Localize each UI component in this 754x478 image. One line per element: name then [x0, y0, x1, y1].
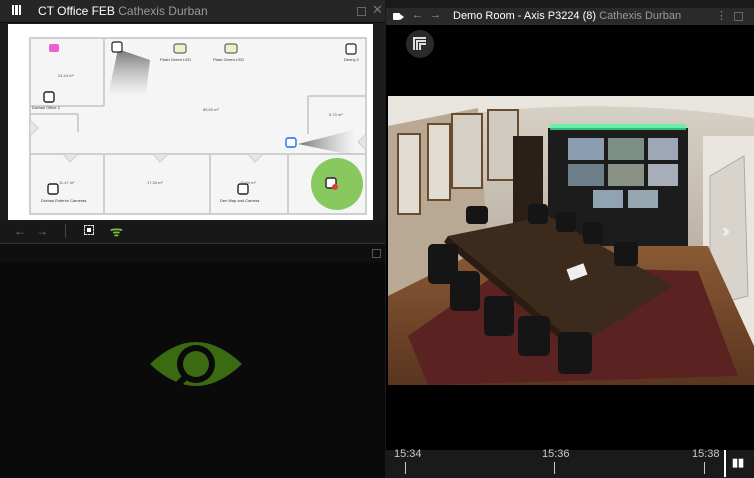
timeline-tick [704, 462, 705, 474]
layers-icon [413, 37, 426, 50]
area-label: 11.47 m² [59, 180, 75, 185]
device-label[interactable]: Flash Green LED [160, 57, 191, 62]
ptz-overlay-button[interactable] [406, 30, 434, 58]
device-label[interactable]: Flash Green LED [213, 57, 244, 62]
back-arrow-icon[interactable]: ← [412, 9, 423, 21]
maximize-icon[interactable] [734, 12, 743, 21]
playback-timeline[interactable]: 15:34 15:36 15:38 ▮▮ [386, 448, 754, 477]
map-icon-center [15, 5, 18, 15]
empty-video-panel [0, 243, 385, 478]
map-toolbar: ← → ᯤ [0, 221, 385, 241]
timeline-tick [405, 462, 406, 474]
fit-view-icon-dot [87, 228, 91, 232]
timeline-tick [554, 462, 555, 474]
device-label[interactable]: Denny 2 [344, 57, 359, 62]
device-label[interactable]: Durban Exterior Cameras [41, 198, 86, 203]
close-icon[interactable]: ✕ [372, 2, 383, 18]
timeline-playhead[interactable] [724, 450, 726, 477]
camera-icon-lens [400, 14, 404, 20]
back-arrow-icon[interactable]: ← [14, 224, 26, 238]
timeline-label: 15:38 [692, 448, 720, 460]
forward-arrow-icon[interactable]: → [36, 224, 48, 238]
device-label[interactable]: Durban Office 2 [32, 105, 60, 110]
menu-dots-icon[interactable]: ⋮ [716, 9, 727, 22]
floor-plan-map[interactable]: 24.44 m² 85.83 m² 5.73 m² 11.47 m² 17.34… [8, 24, 373, 220]
maximize-icon[interactable] [372, 249, 381, 258]
map-panel-titlebar: CT Office FEB Cathexis Durban ✕ [0, 0, 385, 23]
camera-title: Demo Room - Axis P3224 (8) [453, 10, 597, 22]
camera-video-feed[interactable]: ››› [388, 96, 754, 385]
forward-arrow-icon[interactable]: → [430, 9, 441, 21]
area-label: 85.83 m² [203, 107, 219, 112]
timeline-label: 15:36 [542, 448, 570, 460]
area-label: 24.44 m² [58, 73, 74, 78]
next-chevron-icon[interactable]: ››› [722, 221, 730, 242]
timeline-label: 15:34 [394, 448, 422, 460]
map-panel-title-wrap: CT Office FEB Cathexis Durban [38, 4, 208, 18]
floor-plan-svg [8, 24, 373, 220]
maximize-icon[interactable] [357, 7, 366, 16]
camera-icon [393, 13, 400, 20]
eye-logo-icon [150, 342, 242, 390]
area-label: 12.64 m² [240, 180, 256, 185]
camera-panel-titlebar: ← → Demo Room - Axis P3224 (8) Cathexis … [386, 8, 754, 25]
camera-panel: ← → Demo Room - Axis P3224 (8) Cathexis … [386, 8, 754, 477]
map-panel-title: CT Office FEB [38, 4, 115, 18]
video-scene [388, 96, 754, 385]
device-label[interactable]: Den Map and Camera [220, 198, 259, 203]
area-label: 5.73 m² [329, 112, 343, 117]
map-panel: CT Office FEB Cathexis Durban ✕ 24.44 m²… [0, 0, 385, 243]
wifi-icon[interactable]: ᯤ [110, 222, 123, 241]
map-panel-subtitle: Cathexis Durban [118, 4, 208, 18]
camera-title-wrap: Demo Room - Axis P3224 (8) Cathexis Durb… [453, 10, 681, 22]
pause-icon[interactable]: ▮▮ [732, 456, 744, 469]
camera-subtitle: Cathexis Durban [599, 10, 682, 22]
area-label: 17.34 m² [147, 180, 163, 185]
empty-panel-header [0, 244, 385, 262]
toolbar-divider [65, 224, 66, 238]
